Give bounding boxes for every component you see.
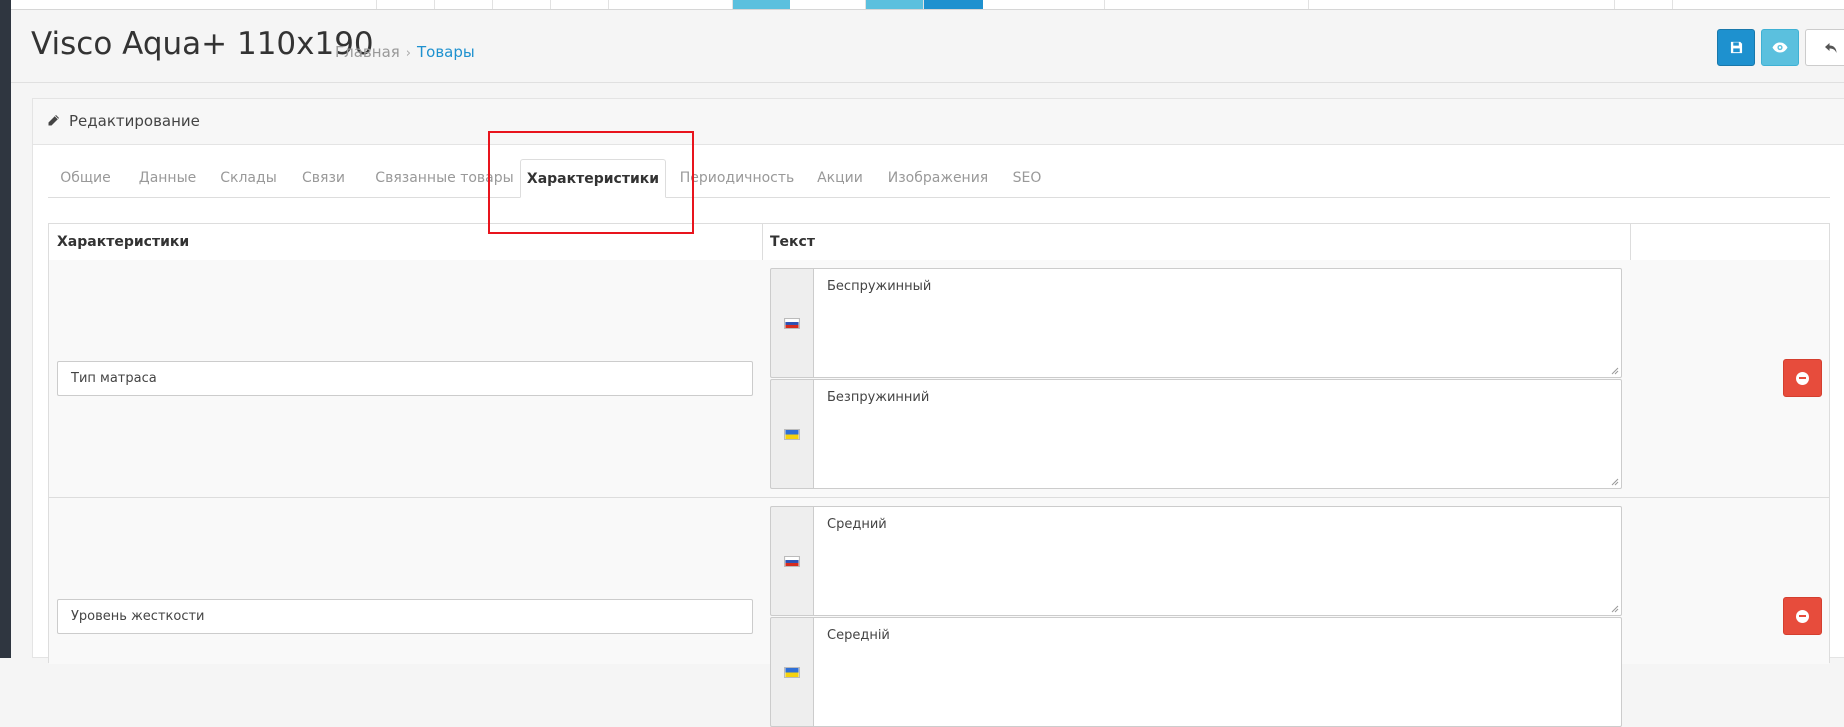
panel-heading: Редактирование	[33, 99, 1844, 145]
breadcrumb-home[interactable]: Главная	[335, 43, 400, 61]
attribute-text-value: Безпружинний	[827, 390, 930, 405]
attribute-text-value: Средний	[827, 517, 887, 532]
tab-general[interactable]: Общие	[48, 159, 123, 197]
remove-attribute-button[interactable]	[1783, 597, 1822, 635]
language-addon	[770, 268, 813, 378]
attribute-text-ru[interactable]: Беспружинный	[813, 268, 1622, 378]
top-nav-strip	[11, 0, 1844, 10]
tab-warehouses[interactable]: Склады	[210, 159, 287, 197]
pencil-icon	[48, 115, 59, 126]
panel-title: Редактирование	[69, 112, 200, 130]
table-row: Тип матраса Беспружинный Безпружинний	[49, 260, 1829, 498]
attribute-text-uk[interactable]: Середній	[813, 617, 1622, 727]
breadcrumb: Главная › Товары	[335, 43, 475, 61]
ukrainian-flag-icon	[784, 666, 800, 678]
attributes-table: Характеристики Текст Тип матраса Беспруж…	[48, 223, 1830, 727]
page-title: Visco Aqua+ 110x190	[31, 26, 374, 62]
page-header: Visco Aqua+ 110x190 Главная › Товары	[11, 10, 1844, 83]
attribute-text-group: Беспружинный	[770, 268, 1622, 378]
ukrainian-flag-icon	[784, 428, 800, 440]
minus-circle-icon	[1796, 609, 1809, 623]
save-button[interactable]	[1717, 29, 1755, 66]
eye-icon	[1772, 42, 1788, 53]
attribute-name-input[interactable]: Тип матраса	[57, 361, 753, 396]
edit-panel: Редактирование Общие Данные Склады Связи…	[32, 98, 1844, 727]
language-addon	[770, 379, 813, 489]
tabs-bar: Общие Данные Склады Связи Связанные това…	[48, 159, 1830, 198]
view-button[interactable]	[1761, 29, 1799, 66]
attribute-text-uk[interactable]: Безпружинний	[813, 379, 1622, 489]
left-sidebar-edge	[0, 0, 11, 658]
resize-grip-icon[interactable]	[1611, 478, 1619, 486]
language-addon	[770, 506, 813, 616]
language-addon	[770, 617, 813, 727]
russian-flag-icon	[784, 555, 800, 567]
save-icon	[1730, 41, 1742, 54]
attribute-text-group: Средний	[770, 506, 1622, 616]
tab-images[interactable]: Изображения	[878, 159, 998, 197]
resize-grip-icon[interactable]	[1611, 367, 1619, 375]
remove-attribute-button[interactable]	[1783, 359, 1822, 397]
attribute-name-input[interactable]: Уровень жесткости	[57, 599, 753, 634]
attribute-text-value: Беспружинный	[827, 279, 932, 294]
tab-links[interactable]: Связи	[291, 159, 356, 197]
back-button[interactable]	[1805, 29, 1844, 66]
table-row: Уровень жесткости Средний Середній	[49, 498, 1829, 727]
tab-seo[interactable]: SEO	[1003, 159, 1051, 197]
tab-specials[interactable]: Акции	[810, 159, 870, 197]
russian-flag-icon	[784, 317, 800, 329]
minus-circle-icon	[1796, 371, 1809, 385]
tab-data[interactable]: Данные	[127, 159, 208, 197]
breadcrumb-separator: ›	[405, 46, 411, 61]
highlight-annotation-box	[488, 131, 694, 234]
column-header-text: Текст	[770, 234, 815, 250]
attribute-text-group: Безпружинний	[770, 379, 1622, 489]
attribute-text-ru[interactable]: Средний	[813, 506, 1622, 616]
resize-grip-icon[interactable]	[1611, 605, 1619, 613]
attribute-text-value: Середній	[827, 628, 890, 643]
column-header-actions	[1630, 224, 1830, 260]
table-header-row: Характеристики Текст	[49, 224, 1829, 261]
breadcrumb-products[interactable]: Товары	[417, 43, 475, 61]
reply-icon	[1824, 42, 1836, 53]
attribute-text-group: Середній	[770, 617, 1622, 727]
